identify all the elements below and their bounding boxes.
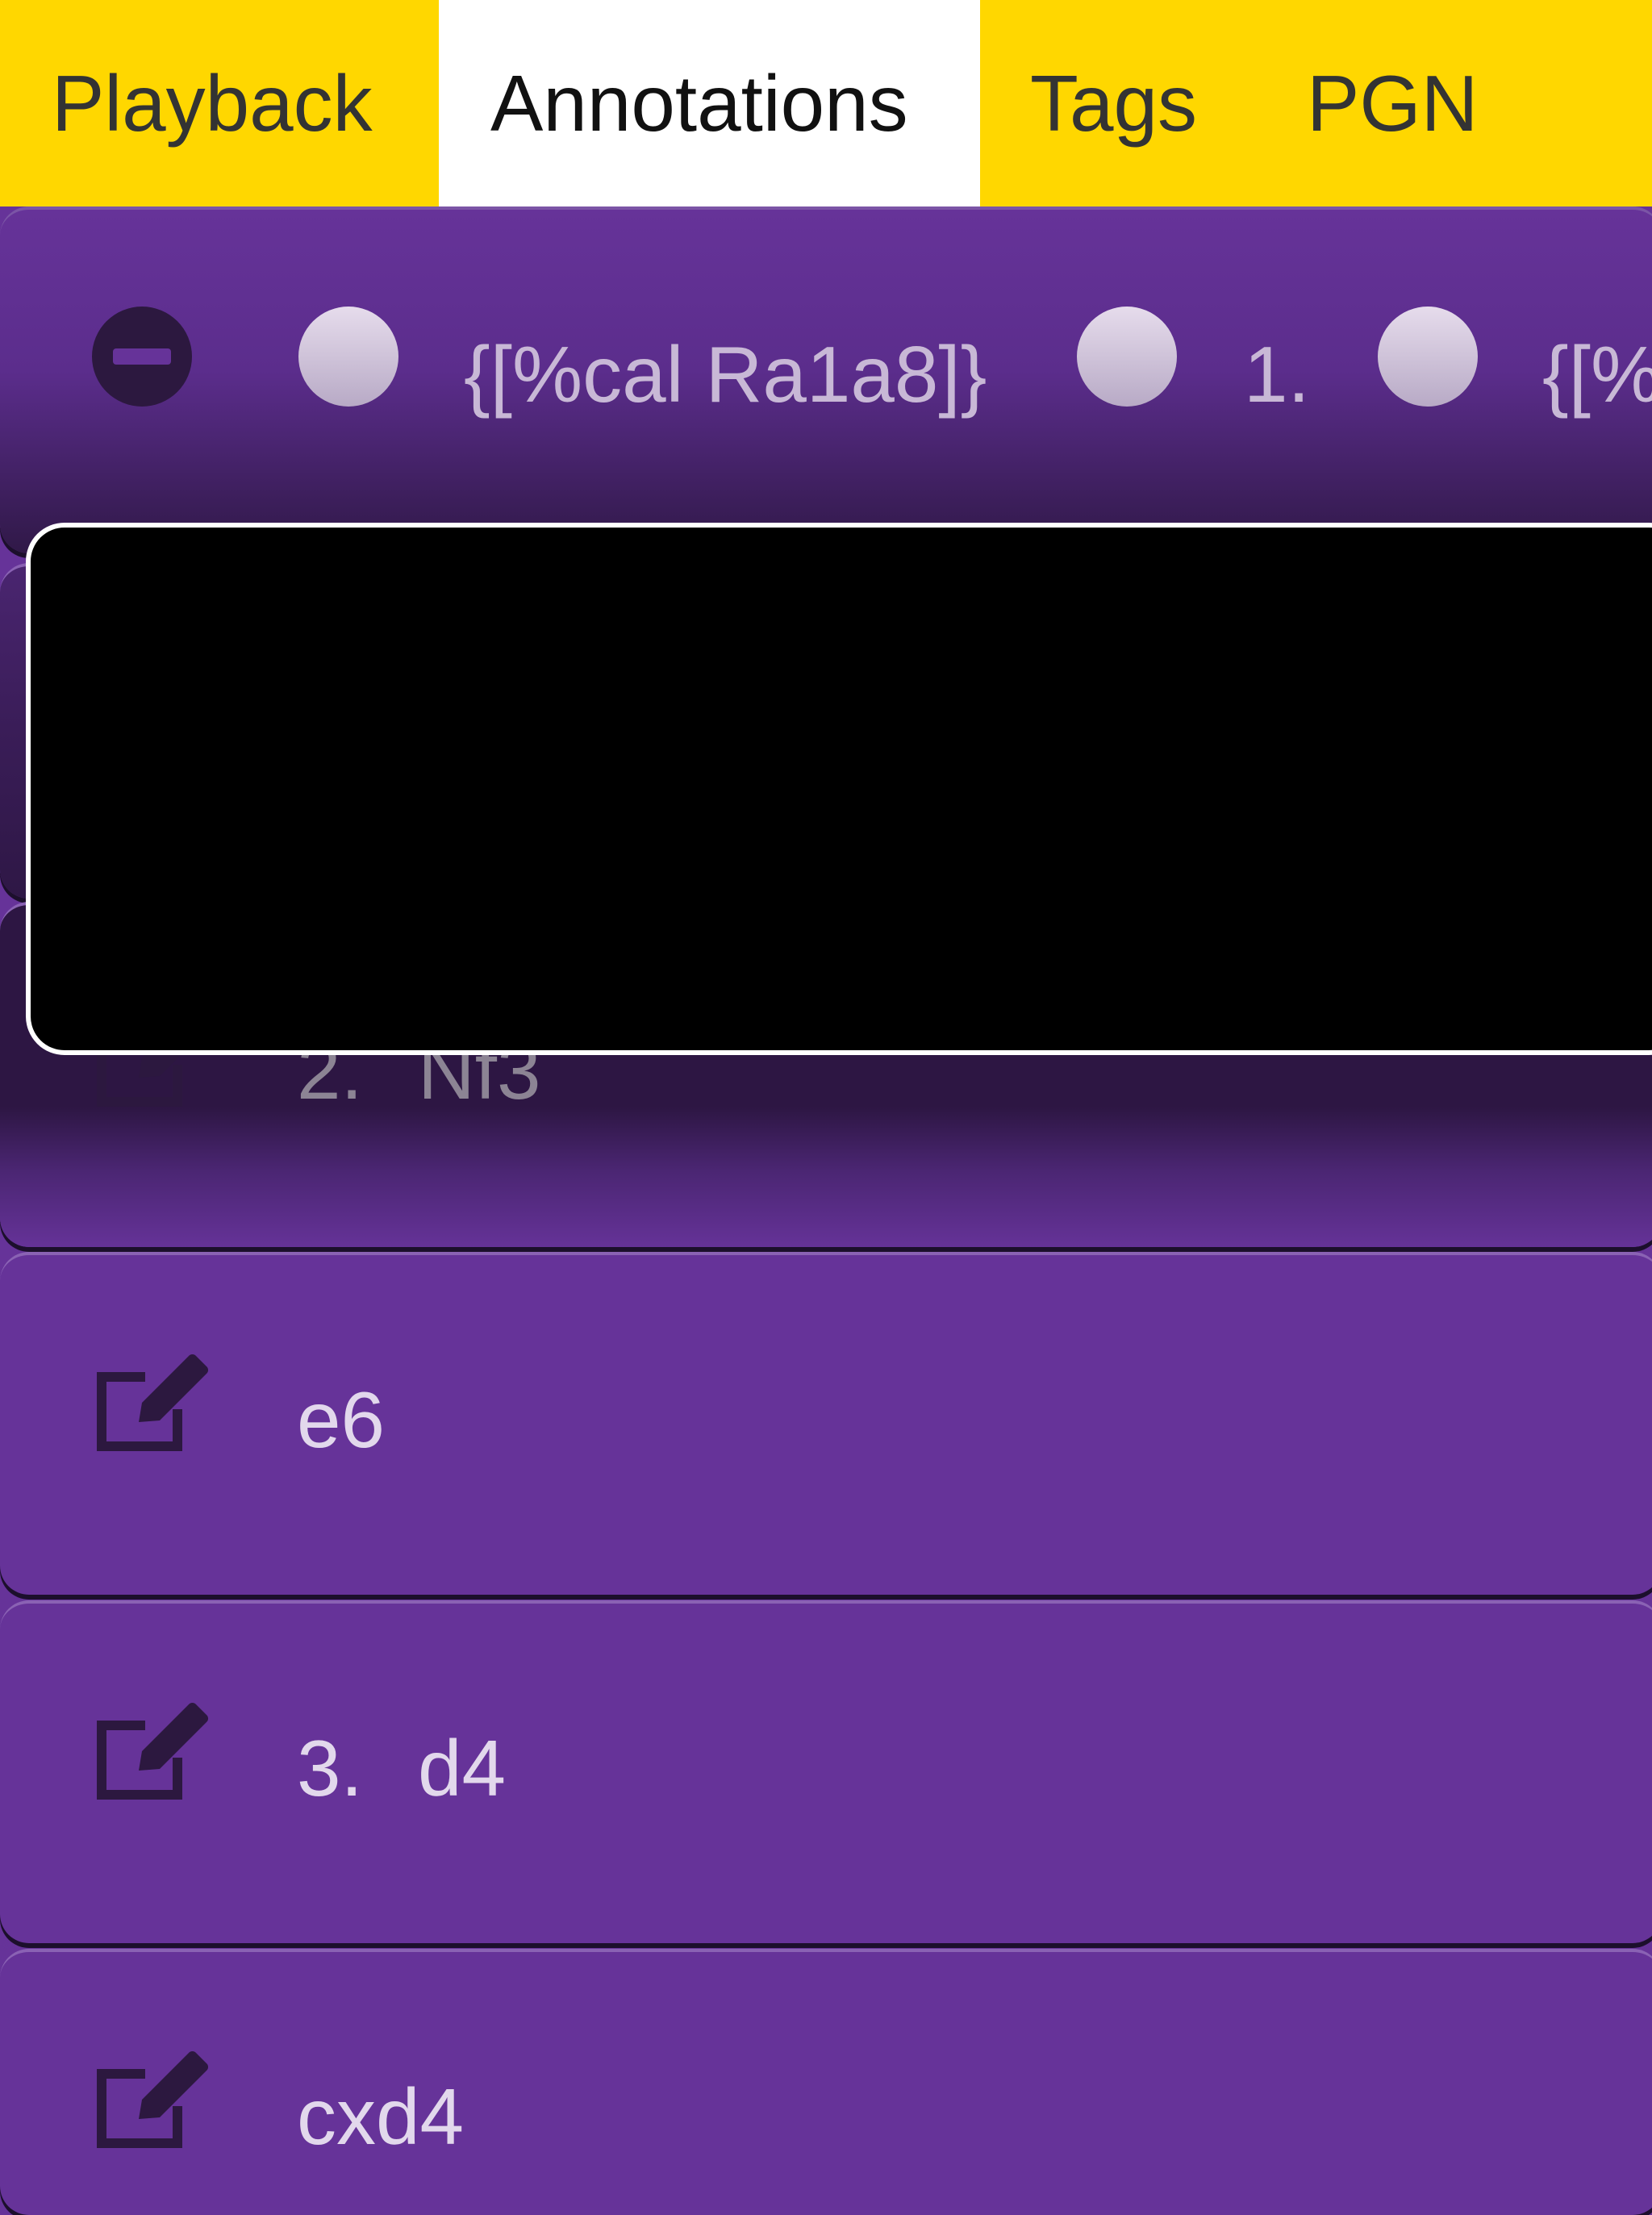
tab-playback-label: Playback [52, 59, 373, 148]
move-number: 3. [297, 1724, 363, 1812]
edit-icon[interactable] [89, 1696, 210, 1809]
modal-dialog[interactable] [26, 523, 1652, 1055]
move-san: e6 [297, 1375, 386, 1464]
annotation-row-move[interactable]: 3. d4 [0, 1600, 1652, 1943]
tab-tags-label: Tags [1030, 59, 1198, 148]
edit-icon[interactable] [89, 1348, 210, 1461]
move-san: cxd4 [297, 2072, 465, 2161]
comment-text-truncated: {[% [1542, 330, 1652, 419]
move-san: d4 [418, 1724, 507, 1812]
comment-text: {[%cal Ra1a8]} [464, 330, 987, 419]
move-number: 1. [1244, 330, 1310, 419]
tab-annotations[interactable]: Annotations [439, 0, 980, 206]
radio-dot-icon[interactable] [1378, 307, 1478, 407]
tab-pgn-label: PGN [1307, 59, 1479, 148]
tab-playback[interactable]: Playback [0, 0, 439, 206]
tab-annotations-label: Annotations [490, 59, 908, 148]
tab-tags[interactable]: Tags [980, 0, 1198, 206]
annotation-row-move[interactable]: cxd4 [0, 1949, 1652, 2215]
tab-bar: Playback Annotations Tags PGN [0, 0, 1652, 206]
annotation-row-move[interactable]: e6 [0, 1252, 1652, 1595]
collapse-minus-icon[interactable] [92, 307, 192, 407]
tab-pgn[interactable]: PGN [1194, 0, 1533, 206]
radio-dot-icon[interactable] [1077, 307, 1177, 407]
radio-dot-icon[interactable] [298, 307, 398, 407]
edit-icon[interactable] [89, 2045, 210, 2158]
annotation-row-comment: {[%cal Ra1a8]} 1. {[% [0, 206, 1652, 553]
